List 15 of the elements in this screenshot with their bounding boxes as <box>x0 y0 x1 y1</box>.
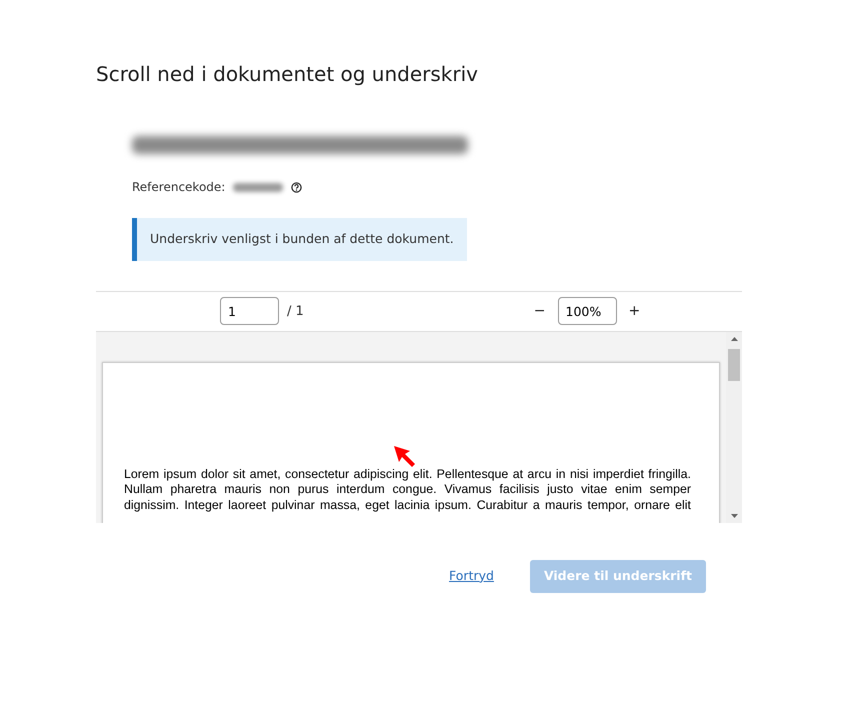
zoom-field[interactable]: 100% <box>558 297 617 326</box>
help-icon[interactable] <box>291 182 302 192</box>
zoom-out-button[interactable]: − <box>530 300 550 322</box>
page-number-field[interactable]: 1 <box>220 297 279 326</box>
scroll-down-icon[interactable] <box>731 514 738 518</box>
cursor-icon <box>393 444 417 469</box>
scrollbar-thumb[interactable] <box>728 348 740 381</box>
info-notice: Underskriv venligst i bunden af dette dokument. <box>132 218 467 261</box>
page-total: / 1 <box>287 302 304 320</box>
cancel-link[interactable]: Fortryd <box>449 566 494 586</box>
page-heading: Scroll ned i dokumentet og underskriv <box>96 62 479 86</box>
document-paragraph: Lorem ipsum dolor sit amet, consectetur adipiscing elit. Pellentesque at arcu in nisi imperdiet fringilla. Nullam pharetra mauris non purus interdum congue. Vivamus facilisis justo vitae enim semper dignissim. Integer laoreet pulvinar massa, eget lacinia ipsum. Curabitur a mauris tempor, ornare elit <box>124 466 691 514</box>
reference-label: Referencekode: <box>132 179 226 196</box>
zoom-in-button[interactable]: + <box>624 300 644 322</box>
scroll-up-icon[interactable] <box>731 336 738 341</box>
